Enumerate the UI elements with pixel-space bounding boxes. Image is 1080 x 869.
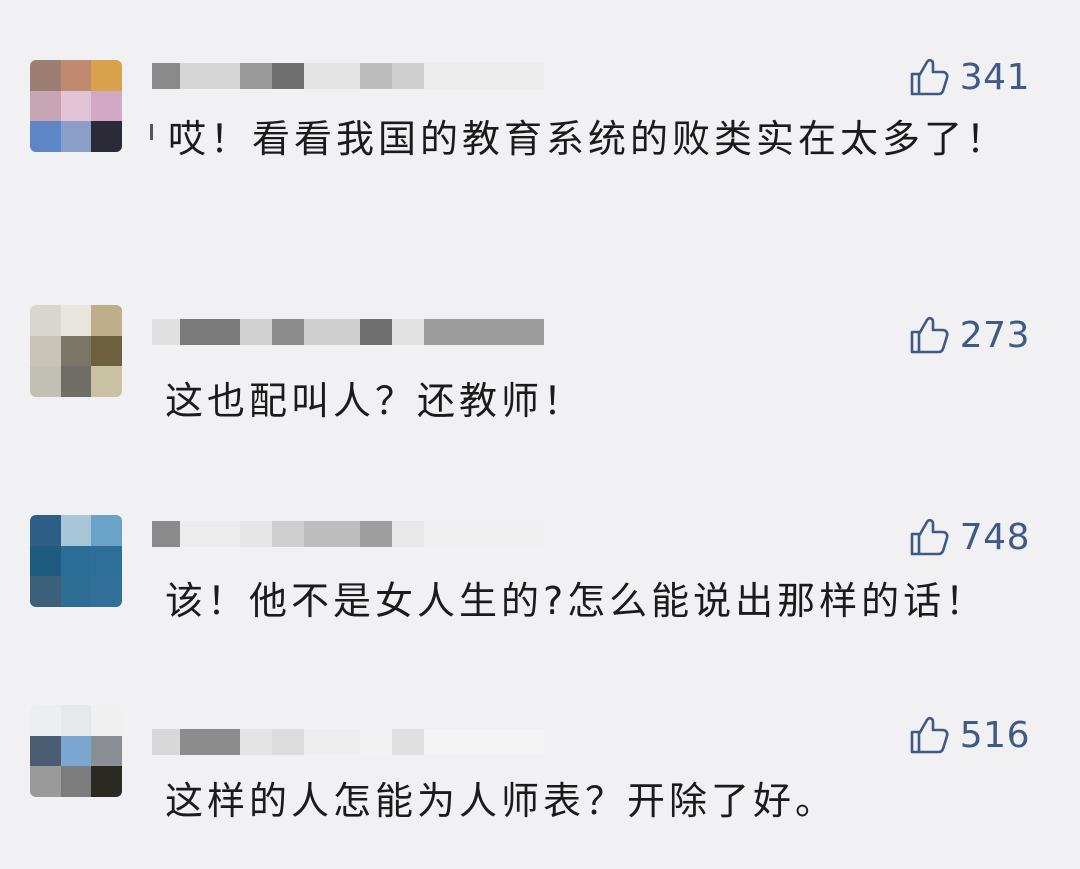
like-button[interactable]: 748 <box>908 514 1030 560</box>
avatar-pixel <box>60 305 92 336</box>
like-button[interactable]: 341 <box>908 54 1030 100</box>
avatar-pixel <box>60 121 92 152</box>
thumbs-up-icon <box>908 56 950 98</box>
username-pixel <box>304 729 360 755</box>
username-pixel <box>424 521 544 547</box>
avatar-pixel <box>30 305 61 336</box>
avatar-pixel <box>60 90 92 122</box>
username-blurred[interactable] <box>152 318 592 346</box>
avatar-pixel <box>60 766 92 797</box>
avatar-pixel <box>60 335 92 367</box>
avatar-pixel <box>91 705 122 736</box>
avatar-pixel <box>60 705 92 736</box>
username-pixel <box>180 319 240 345</box>
username-pixel <box>152 521 180 547</box>
username-pixel <box>180 729 240 755</box>
avatar[interactable] <box>30 705 122 797</box>
like-count: 748 <box>959 516 1030 558</box>
avatar-pixel <box>30 121 61 152</box>
username-pixel <box>360 319 392 345</box>
like-button[interactable]: 273 <box>908 312 1030 358</box>
avatar-pixel <box>91 60 122 91</box>
username-pixel <box>392 63 424 89</box>
username-pixel <box>392 521 424 547</box>
comment-text: 这也配叫人？还教师！ <box>165 379 586 423</box>
username-pixel <box>304 521 360 547</box>
username-pixel <box>180 63 240 89</box>
username-pixel <box>272 319 304 345</box>
username-pixel <box>424 729 544 755</box>
username-pixel <box>360 729 392 755</box>
username-pixel <box>272 63 304 89</box>
username-blurred[interactable] <box>152 520 592 548</box>
thumbs-up-icon <box>908 314 950 356</box>
username-pixel <box>152 63 180 89</box>
avatar-pixel <box>30 705 61 736</box>
avatar-pixel <box>30 335 61 367</box>
username-blurred[interactable] <box>152 728 592 756</box>
username-pixel <box>240 521 272 547</box>
like-button[interactable]: 516 <box>908 712 1030 758</box>
avatar[interactable] <box>30 60 122 152</box>
username-blurred[interactable] <box>152 62 592 90</box>
thumbs-up-icon <box>908 714 950 756</box>
username-pixel <box>240 319 272 345</box>
avatar-pixel <box>91 121 122 152</box>
avatar-pixel <box>30 60 61 91</box>
avatar-pixel <box>30 545 61 577</box>
thumbs-up-icon <box>908 516 950 558</box>
comment-text: 哎！看看我国的教育系统的败类实在太多了！ <box>168 117 1009 161</box>
avatar-pixel <box>91 766 122 797</box>
avatar-pixel <box>91 576 122 607</box>
username-pixel <box>152 729 180 755</box>
username-pixel <box>272 729 304 755</box>
avatar-pixel <box>30 735 61 767</box>
avatar-pixel <box>60 366 92 397</box>
avatar-pixel <box>30 515 61 546</box>
avatar-pixel <box>91 735 122 767</box>
like-count: 273 <box>959 314 1030 356</box>
username-pixel <box>424 63 544 89</box>
username-pixel <box>424 319 544 345</box>
avatar-pixel <box>91 335 122 367</box>
avatar-pixel <box>91 545 122 577</box>
username-pixel <box>360 63 392 89</box>
username-pixel <box>304 63 360 89</box>
avatar-pixel <box>60 515 92 546</box>
username-pixel <box>240 63 272 89</box>
username-pixel <box>360 521 392 547</box>
avatar-pixel <box>60 576 92 607</box>
avatar-pixel <box>91 366 122 397</box>
like-count: 516 <box>959 714 1030 756</box>
avatar-pixel <box>91 515 122 546</box>
avatar-pixel <box>91 305 122 336</box>
username-pixel <box>272 521 304 547</box>
comment-text: 这样的人怎能为人师表？开除了好。 <box>165 779 838 823</box>
cursor-mark <box>150 124 153 140</box>
avatar[interactable] <box>30 305 122 397</box>
username-pixel <box>180 521 240 547</box>
username-pixel <box>392 319 424 345</box>
comment-text: 该！他不是女人生的?怎么能说出那样的话！ <box>165 579 988 623</box>
avatar-pixel <box>60 735 92 767</box>
like-count: 341 <box>959 56 1030 98</box>
avatar[interactable] <box>30 515 122 607</box>
avatar-pixel <box>30 90 61 122</box>
avatar-pixel <box>91 90 122 122</box>
avatar-pixel <box>30 766 61 797</box>
username-pixel <box>240 729 272 755</box>
avatar-pixel <box>60 60 92 91</box>
username-pixel <box>392 729 424 755</box>
username-pixel <box>304 319 360 345</box>
username-pixel <box>152 319 180 345</box>
avatar-pixel <box>30 576 61 607</box>
avatar-pixel <box>60 545 92 577</box>
avatar-pixel <box>30 366 61 397</box>
